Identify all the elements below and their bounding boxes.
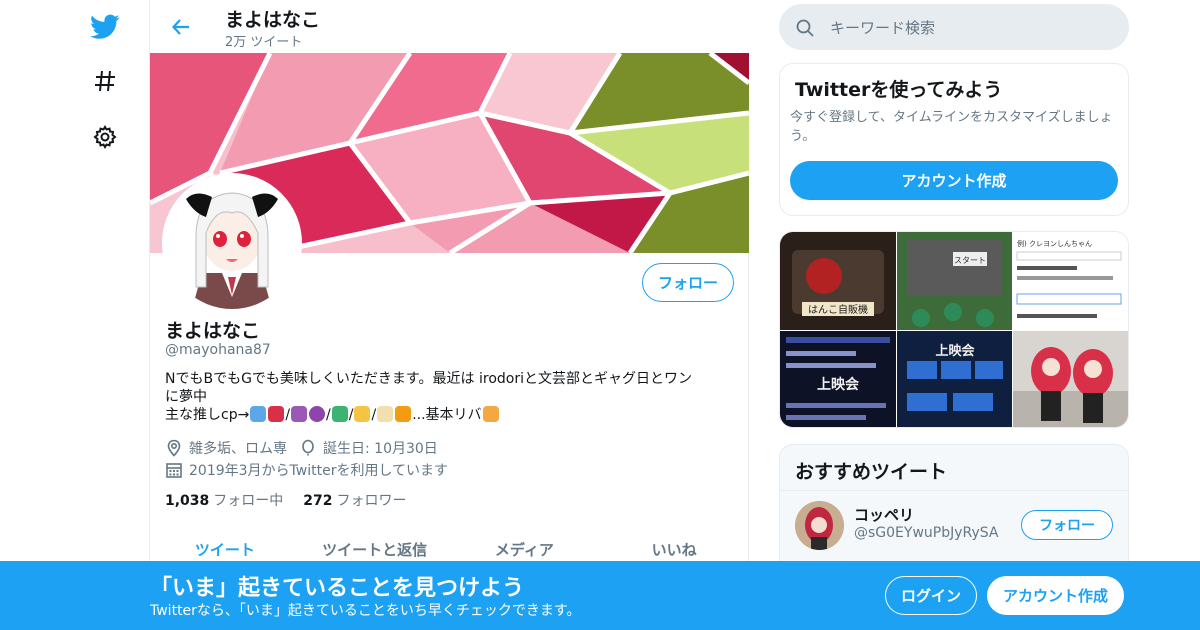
login-button[interactable]: ログイン bbox=[885, 576, 977, 615]
back-button[interactable] bbox=[168, 14, 194, 40]
followers-link[interactable]: 272 フォロワー bbox=[303, 490, 406, 510]
location-pin-icon bbox=[167, 439, 181, 457]
profile-follow-button[interactable]: フォロー bbox=[642, 263, 734, 302]
search-placeholder: キーワード検索 bbox=[830, 19, 936, 37]
person-emoji-icon bbox=[354, 406, 371, 422]
arrow-left-icon bbox=[171, 19, 189, 35]
recommended-avatar-image bbox=[795, 501, 844, 550]
twitter-bird-icon bbox=[90, 14, 120, 39]
balloon-icon bbox=[302, 439, 314, 456]
thumbnail-caption: 例) クレヨンしんちゃん bbox=[1017, 239, 1092, 248]
profile-meta-location-row: 雑多垢、ロム専 誕生日: 10月30日 bbox=[165, 438, 438, 458]
profile-location: 雑多垢、ロム専 bbox=[189, 441, 287, 457]
bottom-signup-bar: 「いま」起きていることを見つけよう Twitterなら、「いま」起きていることを… bbox=[0, 561, 1200, 630]
following-link[interactable]: 1,038 フォロー中 bbox=[165, 490, 283, 510]
profile-meta-joined-row: 2019年3月からTwitterを利用しています bbox=[165, 460, 448, 480]
recommended-user-handle: @sG0EYwuPbJyRySA bbox=[854, 525, 999, 541]
following-label: フォロー中 bbox=[213, 493, 284, 509]
nav-explore[interactable] bbox=[88, 64, 122, 98]
bio-text: / bbox=[285, 407, 291, 423]
nav-settings[interactable] bbox=[88, 120, 122, 154]
profile-stats: 1,038 フォロー中 272 フォロワー bbox=[165, 490, 427, 510]
hashtag-icon bbox=[95, 70, 115, 92]
nav-home-logo[interactable] bbox=[88, 10, 122, 44]
main-column: まよはなこ 2万 ツイート フォロー まよはなこ @mayohana87 Nでも… bbox=[149, 0, 749, 630]
media-thumbnail[interactable]: 上映会 bbox=[897, 331, 1012, 427]
followers-label: フォロワー bbox=[336, 493, 407, 509]
face-emoji-icon bbox=[377, 406, 394, 422]
profile-handle: @mayohana87 bbox=[165, 342, 271, 358]
profile-name: まよはなこ bbox=[165, 320, 261, 342]
recommended-user-name[interactable]: コッペリ bbox=[854, 504, 914, 525]
person-bowing-emoji-icon bbox=[482, 406, 499, 422]
signup-card-title: Twitterを使ってみよう bbox=[795, 79, 1003, 101]
followers-count: 272 bbox=[303, 493, 333, 509]
media-thumbnail[interactable] bbox=[1013, 331, 1128, 427]
thumbnail-image: 上映会 bbox=[897, 331, 1012, 427]
thumbnail-caption: 上映会 bbox=[817, 376, 860, 393]
profile-header-bar: まよはなこ 2万 ツイート bbox=[150, 0, 749, 53]
header-tweet-count: 2万 ツイート bbox=[225, 35, 303, 50]
bio-text: / bbox=[348, 407, 354, 423]
bio-text: / bbox=[371, 407, 377, 423]
media-thumbnail[interactable]: スタート bbox=[897, 232, 1012, 330]
crystal-ball-emoji-icon bbox=[309, 406, 326, 422]
bottom-bar-subtitle: Twitterなら、「いま」起きていることをいち早くチェックできます。 bbox=[150, 603, 581, 619]
media-thumbnail[interactable]: はんこ自販機 bbox=[780, 232, 896, 330]
profile-avatar[interactable] bbox=[162, 173, 302, 313]
bio-line: 主な推しcp→ / / / / ...基本リバ bbox=[165, 406, 735, 424]
profile-birthday: 誕生日: 10月30日 bbox=[323, 441, 438, 457]
signup-button[interactable]: アカウント作成 bbox=[987, 576, 1124, 615]
signup-card: Twitterを使ってみよう 今すぐ登録して、タイムラインをカスタマイズしましょ… bbox=[779, 63, 1129, 216]
hanafuda-emoji-icon bbox=[268, 406, 285, 422]
bio-text: / bbox=[326, 407, 331, 423]
avatar[interactable] bbox=[795, 501, 844, 550]
bio-line: に夢中 bbox=[165, 389, 207, 405]
gear-icon bbox=[93, 125, 117, 149]
bio-text: ...基本リバ bbox=[412, 407, 482, 423]
recommended-follow-button[interactable]: フォロー bbox=[1021, 510, 1113, 540]
bio-text: 主な推しcp→ bbox=[165, 407, 250, 423]
profile-bio: NでもBでもGでも美味しくいただきます。最近は irodoriと文芸部とギャグ日… bbox=[165, 370, 735, 424]
recommended-tweets-card: おすすめツイート コッペリ @sG0EYwuPbJyRySA フォロー bbox=[779, 444, 1129, 574]
bottom-bar-title: 「いま」起きていることを見つけよう bbox=[150, 576, 525, 601]
calendar-icon bbox=[166, 463, 182, 478]
page: まよはなこ 2万 ツイート フォロー まよはなこ @mayohana87 Nでも… bbox=[0, 0, 1200, 630]
thumbnail-image: 上映会 bbox=[780, 331, 896, 427]
octopus-emoji-icon bbox=[291, 406, 308, 422]
following-count: 1,038 bbox=[165, 493, 210, 509]
media-thumbnail[interactable]: 上映会 bbox=[780, 331, 896, 427]
media-grid: はんこ自販機 スタート 例) クレヨンしんちゃん 上映会 上映会 bbox=[779, 231, 1129, 428]
avatar-illustration bbox=[166, 177, 298, 309]
thumbnail-image bbox=[1013, 331, 1128, 427]
green-heart-emoji-icon bbox=[331, 406, 348, 422]
search-icon bbox=[796, 19, 814, 37]
signup-card-button[interactable]: アカウント作成 bbox=[790, 161, 1118, 200]
thumbnail-image: 例) クレヨンしんちゃん bbox=[1013, 232, 1128, 330]
bio-line: NでもBでもGでも美味しくいただきます。最近は irodoriと文芸部とギャグ日… bbox=[165, 371, 692, 387]
search-input[interactable]: キーワード検索 bbox=[779, 4, 1129, 50]
wave-emoji-icon bbox=[250, 406, 267, 422]
thumbnail-caption: はんこ自販機 bbox=[808, 303, 868, 316]
divider bbox=[780, 490, 1128, 491]
recommended-title: おすすめツイート bbox=[795, 461, 948, 483]
header-name: まよはなこ bbox=[225, 9, 321, 31]
tiger-emoji-icon bbox=[395, 406, 412, 422]
thumbnail-caption: スタート bbox=[954, 256, 986, 265]
thumbnail-image: スタート bbox=[897, 232, 1012, 330]
thumbnail-caption: 上映会 bbox=[935, 343, 975, 359]
signup-card-text: 今すぐ登録して、タイムラインをカスタマイズしましょう。 bbox=[790, 110, 1113, 144]
media-thumbnail[interactable]: 例) クレヨンしんちゃん bbox=[1013, 232, 1128, 330]
thumbnail-image: はんこ自販機 bbox=[780, 232, 896, 330]
profile-joined-date: 2019年3月からTwitterを利用しています bbox=[189, 463, 449, 479]
